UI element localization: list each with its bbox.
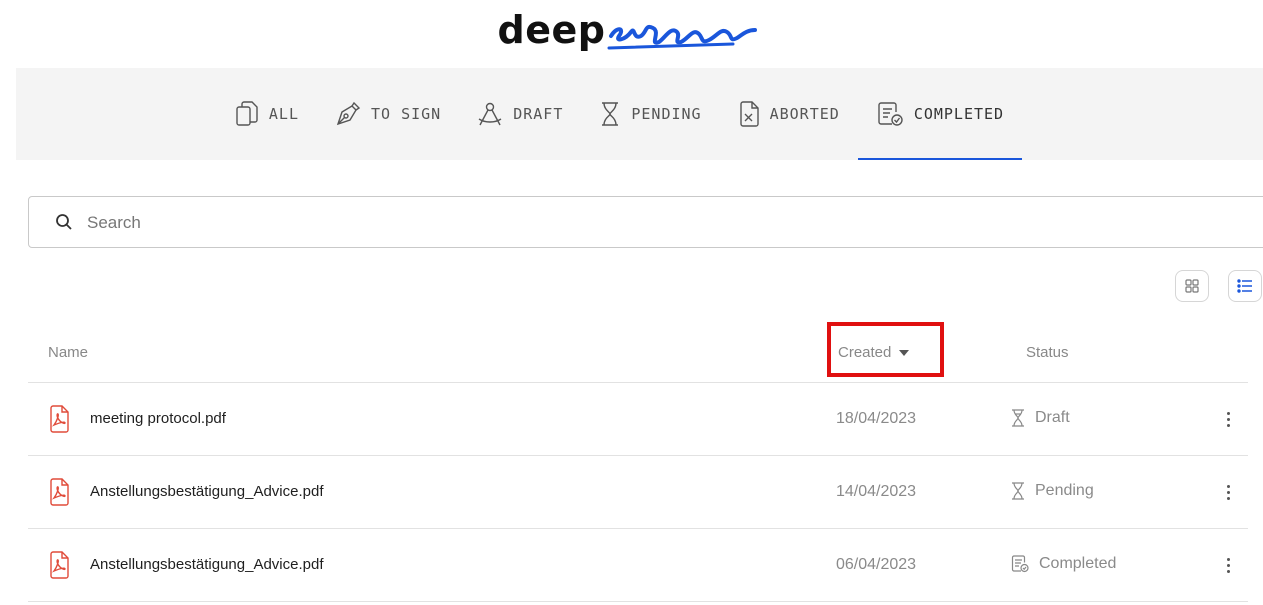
list-view-icon bbox=[1237, 279, 1252, 293]
table-header: Name Created Status bbox=[28, 326, 1248, 383]
created-date: 14/04/2023 bbox=[836, 483, 917, 500]
documents-icon bbox=[236, 101, 258, 126]
hourglass-icon bbox=[1012, 482, 1024, 500]
file-name[interactable]: Anstellungsbestätigung_Advice.pdf bbox=[90, 556, 324, 573]
tab-to-sign-label: TO SIGN bbox=[371, 105, 442, 123]
hourglass-icon bbox=[1012, 409, 1024, 427]
document-x-icon bbox=[739, 101, 759, 127]
logo-text: deep bbox=[497, 8, 606, 52]
compass-icon bbox=[478, 102, 502, 126]
tab-pending-label: PENDING bbox=[631, 105, 702, 123]
document-check-icon bbox=[878, 102, 903, 126]
tab-aborted[interactable]: ABORTED bbox=[720, 68, 858, 160]
tab-pending[interactable]: PENDING bbox=[581, 68, 719, 160]
document-check-icon bbox=[1011, 555, 1029, 573]
created-date: 18/04/2023 bbox=[836, 410, 917, 427]
pdf-file-icon bbox=[50, 551, 69, 579]
grid-view-button[interactable] bbox=[1175, 270, 1209, 302]
status-cell: Draft bbox=[1011, 409, 1070, 427]
tab-completed-label: COMPLETED bbox=[913, 105, 1005, 123]
status-label: Completed bbox=[1039, 555, 1117, 572]
tab-draft[interactable]: DRAFT bbox=[459, 68, 581, 160]
pdf-file-icon bbox=[50, 478, 69, 506]
status-label: Draft bbox=[1035, 409, 1070, 426]
grid-view-icon bbox=[1185, 279, 1199, 293]
more-options-button[interactable] bbox=[1218, 479, 1238, 505]
tab-completed[interactable]: COMPLETED bbox=[857, 68, 1023, 160]
status-cell: Completed bbox=[1011, 555, 1116, 573]
document-filter-navbar: ALL TO SIGN DRAFT PENDING ABORTED COMPLE… bbox=[16, 68, 1263, 160]
column-header-status[interactable]: Status bbox=[1026, 344, 1069, 361]
tab-all-label: ALL bbox=[268, 105, 299, 123]
file-name[interactable]: meeting protocol.pdf bbox=[90, 410, 226, 427]
status-label: Pending bbox=[1035, 482, 1094, 499]
status-cell: Pending bbox=[1011, 482, 1094, 500]
column-header-name[interactable]: Name bbox=[48, 344, 88, 361]
tab-aborted-label: ABORTED bbox=[769, 105, 840, 123]
sort-highlight-box bbox=[827, 322, 944, 377]
table-row[interactable]: meeting protocol.pdf 18/04/2023 Draft bbox=[28, 382, 1248, 456]
tab-draft-label: DRAFT bbox=[513, 105, 564, 123]
table-row[interactable]: Anstellungsbestätigung_Advice.pdf 06/04/… bbox=[28, 528, 1248, 602]
search-icon bbox=[56, 214, 72, 230]
pen-nib-icon bbox=[336, 101, 361, 126]
tab-to-sign[interactable]: TO SIGN bbox=[317, 68, 459, 160]
more-options-button[interactable] bbox=[1218, 552, 1238, 578]
brand-logo: deep bbox=[0, 6, 1263, 58]
pdf-file-icon bbox=[50, 405, 69, 433]
more-options-button[interactable] bbox=[1218, 406, 1238, 432]
file-name[interactable]: Anstellungsbestätigung_Advice.pdf bbox=[90, 483, 324, 500]
table-row[interactable]: Anstellungsbestätigung_Advice.pdf 14/04/… bbox=[28, 455, 1248, 529]
hourglass-icon bbox=[602, 102, 619, 126]
search-box bbox=[28, 196, 1263, 248]
created-date: 06/04/2023 bbox=[836, 556, 917, 573]
tab-all[interactable]: ALL bbox=[217, 68, 317, 160]
search-input[interactable] bbox=[85, 209, 989, 237]
list-view-button[interactable] bbox=[1228, 270, 1262, 302]
logo-signature-mark bbox=[607, 25, 758, 50]
